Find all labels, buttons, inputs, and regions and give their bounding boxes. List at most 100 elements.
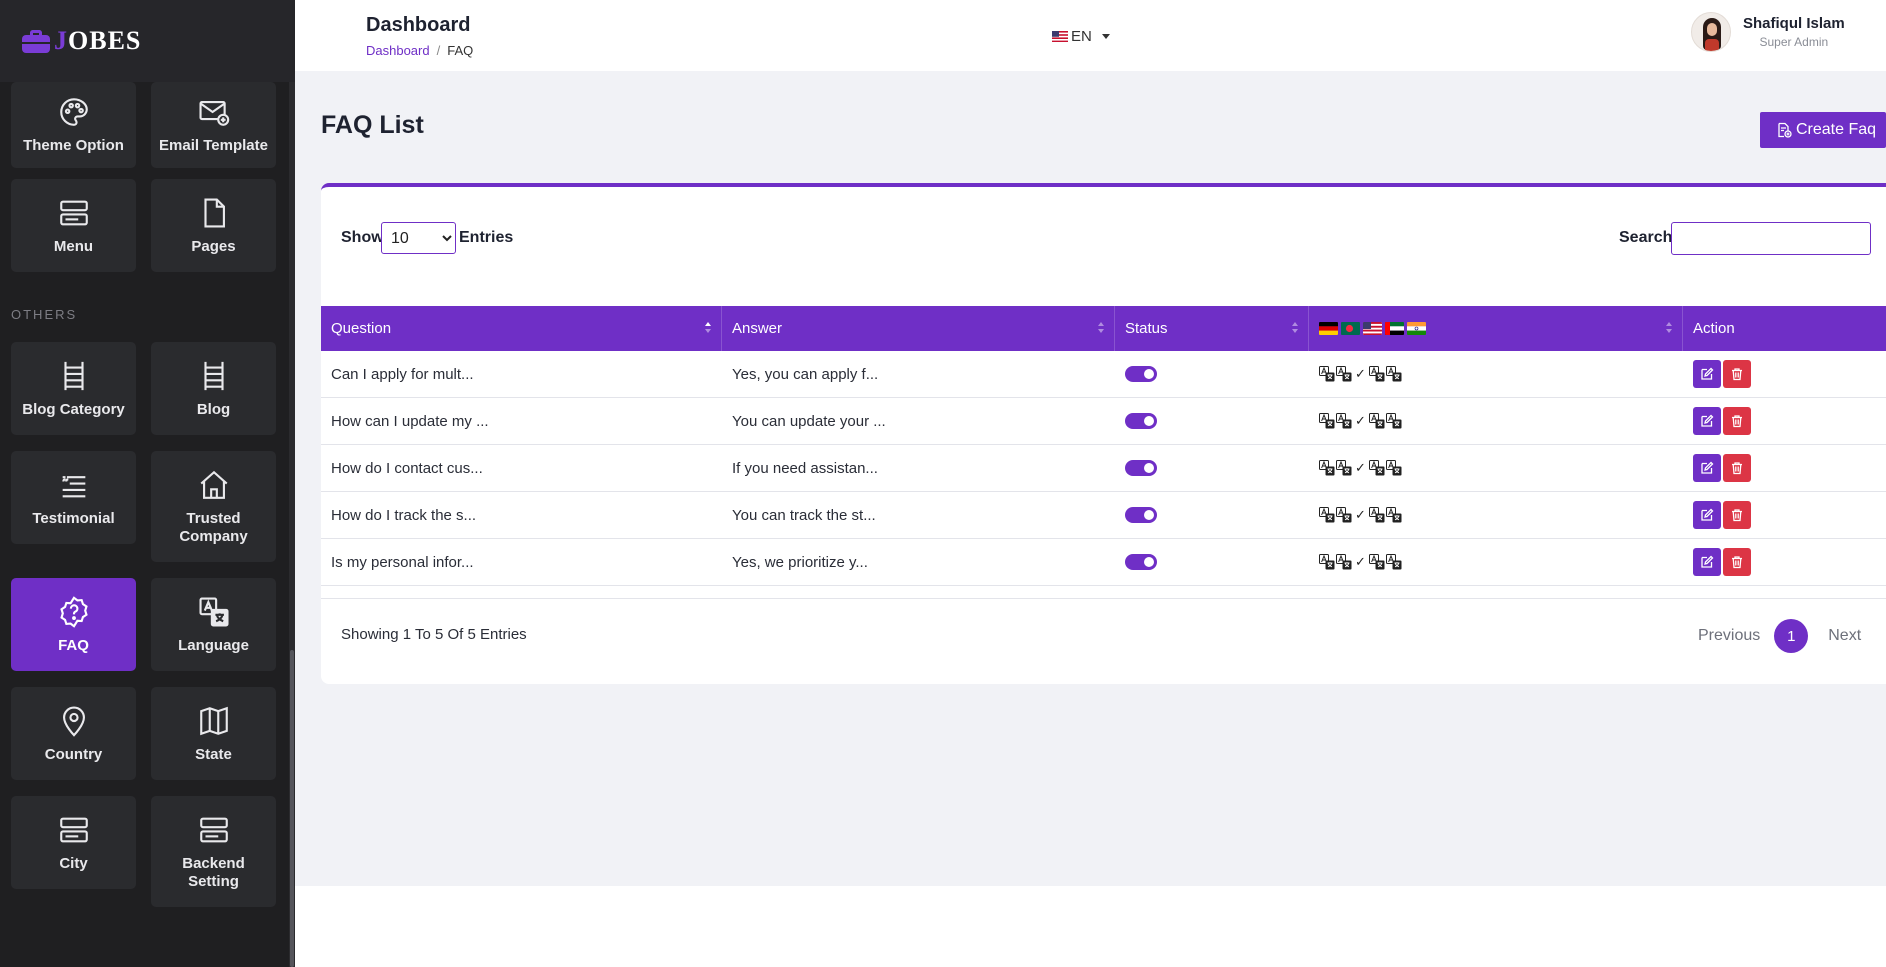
edit-button[interactable]	[1693, 454, 1721, 482]
breadcrumb-home-link[interactable]: Dashboard	[366, 43, 430, 58]
status-toggle[interactable]	[1125, 413, 1157, 429]
delete-button[interactable]	[1723, 454, 1751, 482]
column-header-answer[interactable]: Answer	[722, 306, 1115, 351]
list-title: FAQ List	[321, 111, 424, 139]
column-header-status[interactable]: Status	[1115, 306, 1309, 351]
edit-button[interactable]	[1693, 407, 1721, 435]
pagination-previous[interactable]: Previous	[1698, 627, 1760, 645]
translations-cell: ✓	[1319, 492, 1402, 538]
map-pin-icon	[62, 705, 85, 737]
home-icon	[200, 470, 227, 499]
status-cell	[1125, 445, 1157, 491]
sidebar-item-backend-setting[interactable]: Backend Setting	[151, 796, 276, 907]
brand-logo[interactable]: JOBES	[0, 0, 295, 82]
answer-cell: Yes, you can apply f...	[732, 365, 879, 383]
table-row: How do I track the s... You can track th…	[321, 492, 1886, 539]
germany-flag-icon	[1319, 322, 1338, 335]
check-icon: ✓	[1355, 554, 1366, 569]
question-cell: Is my personal infor...	[331, 553, 474, 571]
question-cell: How do I contact cus...	[331, 459, 483, 477]
translate-icon	[1385, 460, 1402, 476]
ladder-icon	[63, 361, 84, 390]
sidebar-item-label: Language	[178, 636, 249, 654]
create-faq-button[interactable]: Create Faq	[1760, 112, 1886, 148]
edit-icon	[1701, 508, 1714, 521]
bangladesh-flag-icon	[1341, 322, 1360, 335]
sidebar-item-label: Blog	[196, 400, 231, 418]
edit-button[interactable]	[1693, 501, 1721, 529]
sidebar-item-blog-category[interactable]: Blog Category	[11, 342, 136, 435]
language-dropdown[interactable]: EN	[1052, 28, 1110, 45]
briefcase-icon	[22, 30, 50, 53]
delete-button[interactable]	[1723, 501, 1751, 529]
translate-icon	[1368, 366, 1385, 382]
status-toggle[interactable]	[1125, 507, 1157, 523]
page-icon	[203, 197, 225, 228]
action-cell	[1693, 539, 1753, 585]
table-row: How can I update my ... You can update y…	[321, 398, 1886, 445]
sidebar-item-menu[interactable]: Menu	[11, 179, 136, 272]
sort-icon	[705, 322, 711, 334]
sidebar-item-blog[interactable]: Blog	[151, 342, 276, 435]
sort-icon	[1292, 322, 1298, 334]
edit-button[interactable]	[1693, 360, 1721, 388]
uae-flag-icon	[1385, 322, 1404, 335]
status-cell	[1125, 351, 1157, 397]
status-toggle[interactable]	[1125, 460, 1157, 476]
sidebar-scrollbar-thumb[interactable]	[290, 650, 294, 967]
action-cell	[1693, 351, 1753, 397]
sidebar-item-label: Country	[44, 745, 103, 763]
delete-button[interactable]	[1723, 548, 1751, 576]
sort-icon	[1098, 322, 1104, 334]
entries-per-page-select[interactable]: 10	[381, 222, 456, 254]
sidebar-item-state[interactable]: State	[151, 687, 276, 780]
sidebar-item-theme-option[interactable]: Theme Option	[11, 82, 136, 168]
sidebar-item-label: Menu	[53, 237, 94, 255]
translate-icon	[198, 596, 229, 627]
sidebar-item-city[interactable]: City	[11, 796, 136, 889]
delete-button[interactable]	[1723, 360, 1751, 388]
menu-icon	[59, 817, 88, 842]
sidebar-item-testimonial[interactable]: Testimonial	[11, 451, 136, 544]
user-menu[interactable]: Shafiqul Islam Super Admin	[1691, 12, 1845, 52]
translations-cell: ✓	[1319, 539, 1402, 585]
sidebar-item-pages[interactable]: Pages	[151, 179, 276, 272]
search-input[interactable]	[1671, 222, 1871, 255]
trash-icon	[1732, 462, 1742, 475]
translate-icon	[1336, 507, 1352, 523]
translate-icon	[1336, 413, 1352, 429]
sidebar-item-label: Email Template	[159, 137, 268, 154]
pagination-next[interactable]: Next	[1828, 627, 1861, 645]
column-header-question[interactable]: Question	[321, 306, 722, 351]
breadcrumb: Dashboard / FAQ	[366, 43, 474, 58]
sidebar-item-trusted-company[interactable]: Trusted Company	[151, 451, 276, 562]
edit-button[interactable]	[1693, 548, 1721, 576]
table-row: Is my personal infor... Yes, we prioriti…	[321, 539, 1886, 586]
column-header-languages[interactable]	[1309, 306, 1683, 351]
india-flag-icon	[1407, 322, 1426, 335]
pagination-page-1[interactable]: 1	[1774, 619, 1809, 653]
status-toggle[interactable]	[1125, 554, 1157, 570]
top-header: Dashboard Dashboard / FAQ EN Shafiqul Isla…	[295, 0, 1886, 71]
translate-icon	[1368, 554, 1385, 570]
check-icon: ✓	[1355, 507, 1366, 522]
pagination: Previous 1 Next	[1698, 619, 1861, 653]
check-icon: ✓	[1355, 413, 1366, 428]
status-cell	[1125, 398, 1157, 444]
answer-cell: You can update your ...	[732, 412, 886, 430]
show-label: Show	[341, 229, 384, 246]
translate-icon	[1319, 554, 1335, 570]
translate-icon	[1336, 554, 1352, 570]
sidebar-item-country[interactable]: Country	[11, 687, 136, 780]
translations-cell: ✓	[1319, 398, 1402, 444]
user-name: Shafiqul Islam	[1743, 15, 1845, 32]
status-toggle[interactable]	[1125, 366, 1157, 382]
sort-icon	[1666, 322, 1672, 334]
edit-icon	[1701, 461, 1714, 474]
sidebar-item-faq[interactable]: FAQ	[11, 578, 136, 671]
sidebar-section-others: OTHERS	[11, 307, 78, 322]
sidebar-item-language[interactable]: Language	[151, 578, 276, 671]
delete-button[interactable]	[1723, 407, 1751, 435]
ladder-icon	[203, 361, 224, 390]
sidebar-item-email-template[interactable]: Email Template	[151, 82, 276, 168]
